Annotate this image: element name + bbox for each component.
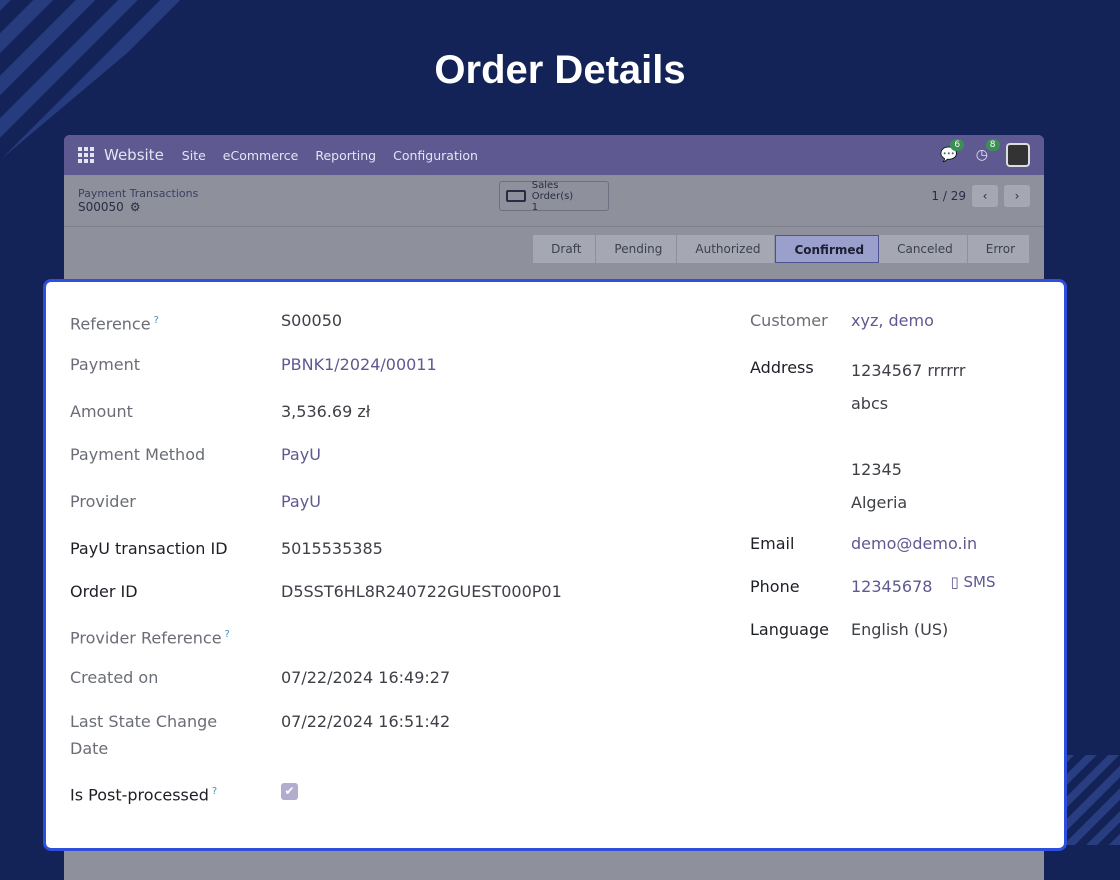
activities-count: 8 — [985, 139, 1000, 151]
address-line: 12345 — [851, 460, 902, 479]
field-address: Address 1234567 rrrrrr abcs 12345 Algeri… — [750, 354, 965, 519]
decorative-stripes — [1060, 755, 1120, 845]
field-provider-reference: Provider Reference? — [70, 621, 281, 651]
field-created-on: Created on 07/22/2024 16:49:27 — [70, 664, 450, 691]
gear-icon[interactable]: ⚙ — [130, 200, 141, 214]
field-language: Language English (US) — [750, 616, 948, 643]
provider-link[interactable]: PayU — [281, 488, 321, 515]
field-order-id: Order ID D5SST6HL8R240722GUEST000P01 — [70, 578, 562, 605]
sms-label: SMS — [963, 573, 996, 591]
payu-transaction-id-label: PayU transaction ID — [70, 539, 228, 558]
pager: 1 / 29 ‹ › — [931, 185, 1030, 207]
money-icon — [506, 190, 526, 202]
control-panel: Payment Transactions S00050 ⚙ Sales Orde… — [64, 175, 1044, 227]
order-id-label: Order ID — [70, 582, 138, 601]
address-line: 1234567 rrrrrr — [851, 361, 966, 380]
help-tooltip-icon[interactable]: ? — [225, 629, 230, 640]
email-label: Email — [750, 534, 795, 553]
breadcrumb-current: S00050 — [78, 200, 124, 214]
page-title: Order Details — [434, 48, 686, 92]
customer-label: Customer — [750, 311, 828, 330]
payment-link[interactable]: PBNK1/2024/00011 — [281, 351, 437, 378]
address-line: Algeria — [851, 493, 908, 512]
provider-label: Provider — [70, 492, 136, 511]
amount-label: Amount — [70, 402, 133, 421]
field-email: Email demo@demo.in — [750, 530, 977, 557]
payment-method-link[interactable]: PayU — [281, 441, 321, 468]
address-line: abcs — [851, 394, 889, 413]
menu-reporting[interactable]: Reporting — [315, 148, 376, 163]
field-post-processed: Is Post-processed? ✔ — [70, 778, 298, 808]
sms-button[interactable]: ▯ SMS — [950, 573, 995, 600]
stage-confirmed[interactable]: Confirmed — [775, 235, 880, 263]
language-label: Language — [750, 620, 829, 639]
help-tooltip-icon[interactable]: ? — [154, 315, 159, 326]
avatar[interactable] — [1006, 143, 1030, 167]
field-payu-transaction-id: PayU transaction ID 5015535385 — [70, 535, 383, 562]
field-provider: Provider PayU — [70, 488, 321, 515]
mobile-icon: ▯ — [950, 573, 959, 591]
menu-site[interactable]: Site — [182, 148, 206, 163]
last-state-change-label: Last State Change — [70, 712, 218, 731]
clock-icon: ◷ — [975, 147, 988, 163]
pager-next-button[interactable]: › — [1004, 185, 1030, 207]
phone-label: Phone — [750, 577, 800, 596]
stage-canceled[interactable]: Canceled — [879, 235, 968, 263]
status-bar: Draft Pending Authorized Confirmed Cance… — [64, 227, 1044, 271]
app-brand[interactable]: Website — [104, 146, 164, 164]
apps-grid-icon[interactable] — [78, 147, 94, 163]
language-value[interactable]: English (US) — [851, 616, 948, 643]
reference-label: Reference — [70, 314, 151, 334]
top-navbar: Website Site eCommerce Reporting Configu… — [64, 135, 1044, 175]
stage-draft[interactable]: Draft — [533, 235, 597, 263]
field-reference: Reference? S00050 — [70, 307, 342, 337]
messages-count: 6 — [950, 139, 965, 151]
stage-error[interactable]: Error — [967, 235, 1030, 263]
last-state-change-label-cont: Date — [70, 739, 109, 758]
created-on-label: Created on — [70, 668, 159, 687]
field-payment-method: Payment Method PayU — [70, 441, 321, 468]
phone-link[interactable]: 12345678 — [851, 573, 932, 600]
activities-button[interactable]: ◷ 8 — [975, 139, 1000, 163]
menu-ecommerce[interactable]: eCommerce — [223, 148, 299, 163]
created-on-value[interactable]: 07/22/2024 16:49:27 — [281, 664, 450, 691]
customer-link[interactable]: xyz, demo — [851, 307, 934, 334]
stat-button-label: Sales Order(s) — [531, 179, 574, 202]
transaction-details-card: Reference? S00050 Payment PBNK1/2024/000… — [43, 279, 1067, 851]
stage-authorized[interactable]: Authorized — [677, 235, 776, 263]
payu-transaction-id-value[interactable]: 5015535385 — [281, 535, 383, 562]
field-customer: Customer xyz, demo — [750, 307, 934, 334]
address-label: Address — [750, 358, 814, 377]
messages-button[interactable]: 💬 6 — [940, 139, 965, 163]
field-last-state-change: Last State Change Date 07/22/2024 16:51:… — [70, 708, 450, 762]
stat-button-count: 1 — [531, 201, 539, 213]
payment-label: Payment — [70, 355, 141, 374]
breadcrumb: Payment Transactions S00050 ⚙ — [78, 187, 198, 214]
amount-value[interactable]: 3,536.69 zł — [281, 398, 370, 425]
pager-previous-button[interactable]: ‹ — [972, 185, 998, 207]
field-amount: Amount 3,536.69 zł — [70, 398, 370, 425]
field-phone: Phone 12345678 ▯ SMS — [750, 573, 995, 600]
payment-method-label: Payment Method — [70, 445, 206, 464]
pager-value[interactable]: 1 / 29 — [931, 189, 966, 203]
reference-value[interactable]: S00050 — [281, 307, 342, 337]
order-id-value[interactable]: D5SST6HL8R240722GUEST000P01 — [281, 578, 562, 605]
breadcrumb-parent[interactable]: Payment Transactions — [78, 187, 198, 200]
last-state-change-value[interactable]: 07/22/2024 16:51:42 — [281, 708, 450, 762]
sales-orders-button[interactable]: Sales Order(s) 1 — [499, 179, 609, 213]
post-processed-label: Is Post-processed — [70, 785, 209, 805]
email-link[interactable]: demo@demo.in — [851, 530, 977, 557]
stage-pending[interactable]: Pending — [596, 235, 678, 263]
help-tooltip-icon[interactable]: ? — [212, 786, 217, 797]
provider-reference-label: Provider Reference — [70, 628, 222, 648]
menu-configuration[interactable]: Configuration — [393, 148, 478, 163]
field-payment: Payment PBNK1/2024/00011 — [70, 351, 437, 378]
post-processed-checkbox[interactable]: ✔ — [281, 783, 298, 800]
